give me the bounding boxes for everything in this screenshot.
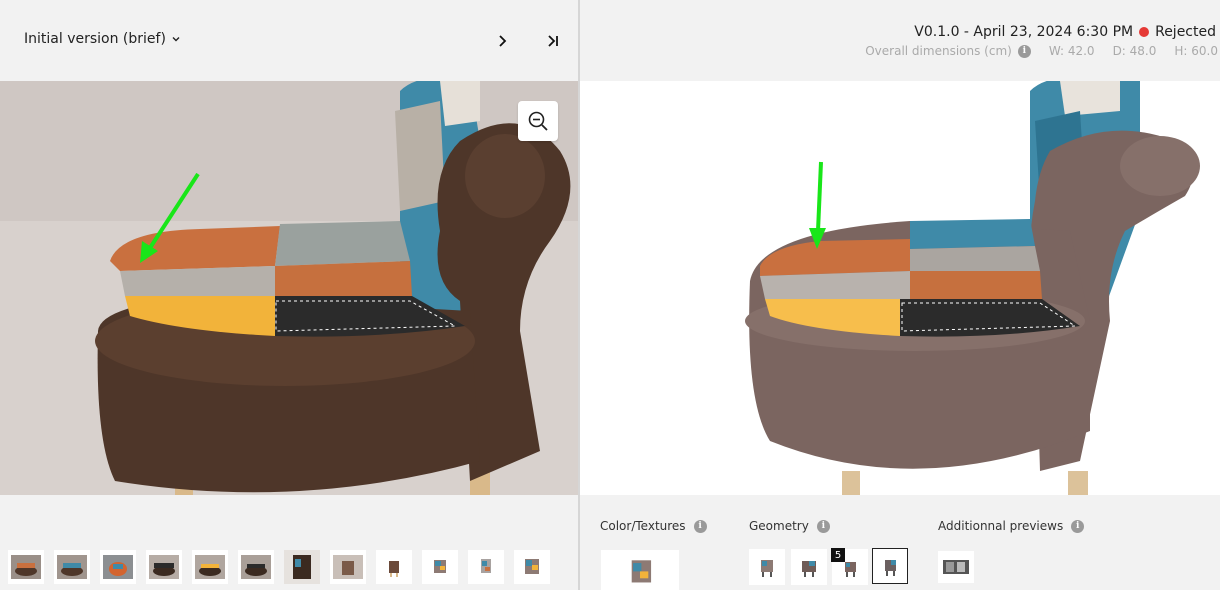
zoom-out-icon — [528, 111, 548, 131]
thumbnail[interactable] — [514, 550, 550, 584]
geometry-thumbnail[interactable] — [749, 549, 785, 585]
preview-thumbnail[interactable] — [938, 551, 974, 583]
version-select-label: Initial version (brief) — [24, 31, 166, 47]
chevron-right-icon — [499, 35, 507, 47]
additional-previews-label: Additionnal previews — [938, 519, 1064, 533]
model-render — [580, 81, 1220, 495]
geometry-thumbnail[interactable]: 5 — [831, 548, 868, 585]
thumbnail[interactable] — [146, 550, 182, 584]
version-info: V0.1.0 - April 23, 2024 6:30 PM Rejected — [914, 24, 1216, 40]
thumbnail[interactable] — [8, 550, 44, 584]
thumbnail[interactable] — [376, 550, 412, 584]
zoom-out-button[interactable] — [518, 101, 558, 141]
version-label: V0.1.0 - April 23, 2024 6:30 PM — [914, 24, 1134, 40]
color-textures-header: Color/Textures i — [600, 519, 707, 533]
geometry-thumbnail-selected[interactable] — [872, 548, 908, 584]
thumbnail[interactable] — [54, 550, 90, 584]
status-dot — [1139, 27, 1150, 37]
last-button[interactable] — [542, 30, 564, 52]
dimensions-label: Overall dimensions (cm) — [865, 44, 1012, 58]
dimension-height: H: 60.0 — [1174, 44, 1218, 58]
thumbnail[interactable] — [330, 550, 366, 584]
thumbnail[interactable] — [238, 550, 274, 584]
geometry-thumbnail[interactable] — [791, 549, 827, 585]
reference-photo — [0, 81, 578, 495]
thumbnail[interactable] — [192, 550, 228, 584]
status-label: Rejected — [1155, 24, 1216, 40]
thumbnail[interactable] — [468, 550, 504, 584]
geometry-label: Geometry — [749, 519, 809, 533]
next-button[interactable] — [491, 30, 513, 52]
geometry-header: Geometry i — [749, 519, 830, 533]
info-icon[interactable]: i — [1017, 44, 1031, 58]
additional-previews-header: Additionnal previews i — [938, 519, 1085, 533]
dimensions-row: Overall dimensions (cm) i W: 42.0 D: 48.… — [865, 44, 1218, 58]
version-count-badge: 5 — [831, 548, 845, 562]
info-icon[interactable]: i — [1071, 519, 1085, 533]
skip-to-end-icon — [548, 35, 558, 47]
dimension-depth: D: 48.0 — [1112, 44, 1157, 58]
color-textures-label: Color/Textures — [600, 519, 686, 533]
info-icon[interactable]: i — [816, 519, 830, 533]
info-icon[interactable]: i — [693, 519, 707, 533]
texture-thumbnail[interactable] — [601, 550, 679, 590]
reference-thumbnails — [8, 550, 550, 584]
thumbnail[interactable] — [284, 550, 320, 584]
thumbnail[interactable] — [100, 550, 136, 584]
version-select[interactable]: Initial version (brief) — [24, 31, 181, 47]
brief-panel: Initial version (brief) — [0, 0, 578, 590]
dimension-width: W: 42.0 — [1048, 44, 1095, 58]
thumbnail[interactable] — [422, 550, 458, 584]
render-panel: V0.1.0 - April 23, 2024 6:30 PM Rejected… — [580, 0, 1220, 590]
chevron-down-icon — [172, 37, 180, 42]
